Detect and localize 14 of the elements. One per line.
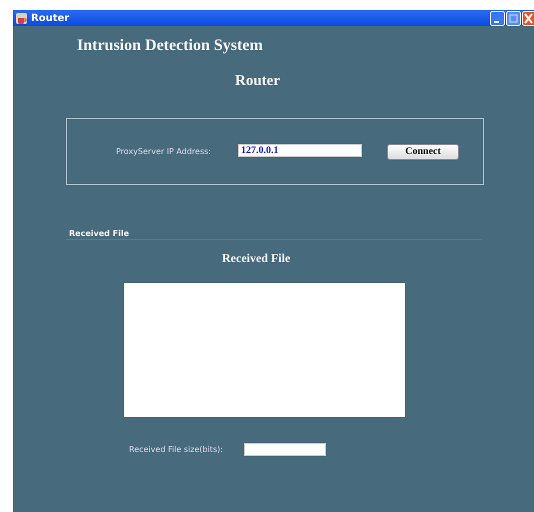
page-title: Router: [235, 73, 281, 90]
maximize-icon[interactable]: [506, 10, 521, 26]
file-size-label: Received File size(bits):: [129, 445, 224, 454]
ip-address-field[interactable]: 127.0.0.1: [238, 144, 362, 157]
window-title: Router: [31, 12, 70, 24]
section-label: Received File: [69, 229, 130, 238]
received-file-title: Received File: [222, 251, 292, 266]
minimize-icon[interactable]: [490, 10, 505, 26]
cup-icon: [15, 12, 28, 24]
app-heading: Intrusion Detection System: [77, 37, 264, 55]
connect-button[interactable]: Connect: [387, 144, 459, 160]
ip-address-label: ProxyServer IP Address:: [116, 147, 212, 156]
file-size-field[interactable]: [244, 443, 326, 456]
close-icon[interactable]: [522, 10, 534, 26]
